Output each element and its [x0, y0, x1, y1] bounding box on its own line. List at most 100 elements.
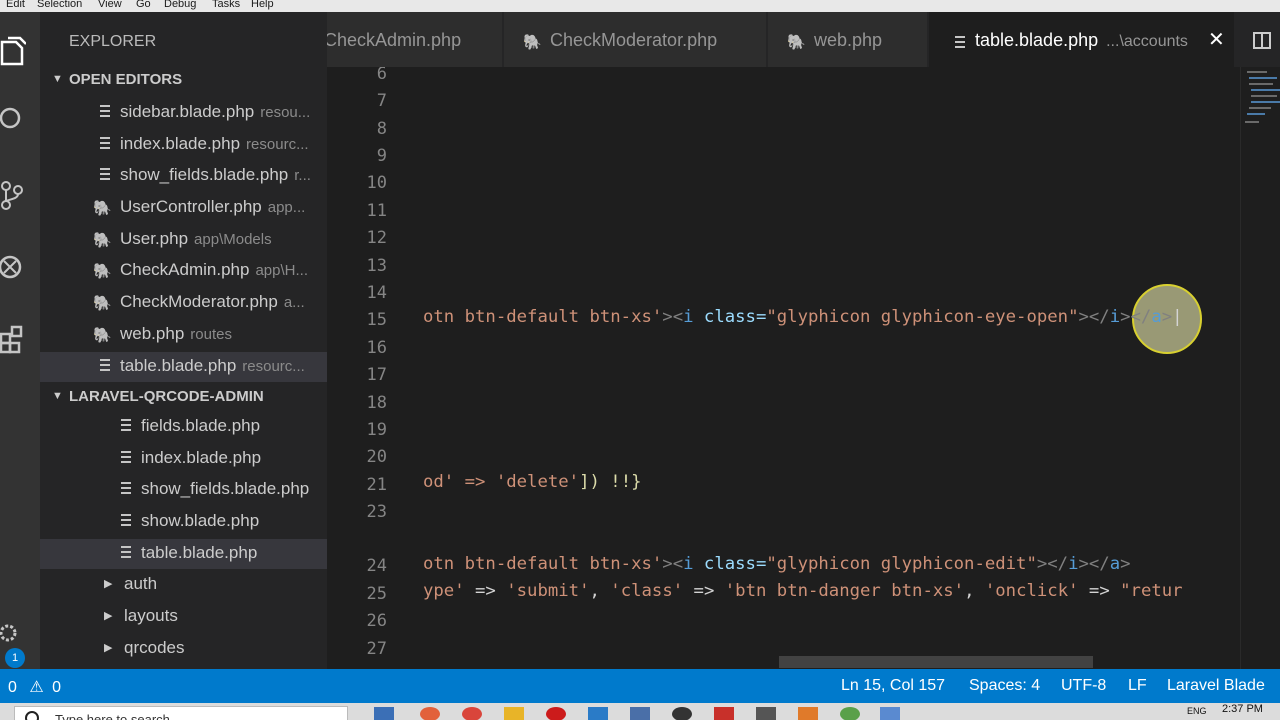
open-editor-item[interactable]: index.blade.php resourc... — [40, 130, 327, 160]
menu-debug[interactable]: Debug — [164, 0, 196, 10]
lines-icon — [121, 481, 131, 498]
line-number: 8 — [376, 119, 387, 139]
line-number: 24 — [366, 556, 387, 576]
php-elephant-icon: 🐘 — [93, 232, 112, 249]
tab-web[interactable]: 🐘 web.php — [768, 12, 928, 67]
app-icon[interactable] — [630, 707, 650, 720]
close-icon[interactable]: ✕ — [1208, 27, 1225, 52]
settings-gear-icon[interactable] — [0, 618, 24, 650]
menu-go[interactable]: Go — [136, 0, 151, 10]
activity-bar: 1 — [0, 12, 40, 669]
menu-edit[interactable]: Edit — [6, 0, 25, 10]
vscode-icon[interactable] — [588, 707, 608, 720]
menu-selection[interactable]: Selection — [37, 0, 82, 10]
problems-indicator[interactable]: 0 ⚠ 0 — [8, 677, 61, 697]
open-editor-item[interactable]: sidebar.blade.php resou... — [40, 98, 327, 128]
app-icon[interactable] — [714, 707, 734, 720]
caret-right-icon: ▶ — [104, 578, 113, 590]
caret-down-icon: ▼ — [52, 73, 63, 85]
menu-view[interactable]: View — [98, 0, 122, 10]
minimap[interactable] — [1240, 67, 1280, 669]
line-number: 6 — [376, 67, 387, 84]
keyboard-language[interactable]: ENG — [1187, 706, 1207, 716]
debug-icon[interactable] — [0, 252, 24, 284]
line-number: 18 — [366, 393, 387, 413]
file-item[interactable]: index.blade.php — [40, 444, 327, 474]
tab-table-blade-active[interactable]: table.blade.php ...\accounts ✕ — [929, 12, 1235, 67]
caret-right-icon: ▶ — [104, 610, 113, 622]
line-number: 15 — [366, 310, 387, 330]
lines-icon — [955, 35, 965, 52]
open-editor-item[interactable]: 🐘 CheckModerator.php a... — [40, 288, 327, 318]
task-view-icon[interactable] — [374, 707, 394, 720]
folder-item[interactable]: ▶ qrcodes — [40, 634, 327, 664]
warning-icon: ⚠ — [29, 679, 44, 696]
search-icon — [25, 711, 39, 720]
code-line-21: od' => 'delete']) !!} — [423, 472, 642, 492]
app-icon[interactable] — [880, 707, 900, 720]
line-number: 16 — [366, 338, 387, 358]
horizontal-scrollbar[interactable] — [779, 656, 1093, 668]
tab-checkmoderator[interactable]: 🐘 CheckModerator.php — [504, 12, 767, 67]
code-line-15: otn btn-default btn-xs'><i class="glyphi… — [423, 307, 1183, 327]
line-ending[interactable]: LF — [1128, 677, 1147, 695]
lines-icon — [100, 167, 110, 184]
source-control-icon[interactable] — [0, 180, 24, 212]
open-editor-item[interactable]: 🐘 UserController.php app... — [40, 193, 327, 223]
encoding[interactable]: UTF-8 — [1061, 677, 1106, 695]
extensions-icon[interactable] — [0, 324, 24, 356]
indentation[interactable]: Spaces: 4 — [969, 677, 1040, 695]
files-icon[interactable] — [0, 36, 27, 68]
app-icon[interactable] — [798, 707, 818, 720]
open-editor-item[interactable]: show_fields.blade.php r... — [40, 161, 327, 191]
menu-tasks[interactable]: Tasks — [212, 0, 240, 10]
project-header[interactable]: ▼ LARAVEL-QRCODE-ADMIN — [40, 383, 327, 413]
php-elephant-icon: 🐘 — [523, 34, 542, 51]
lines-icon — [121, 513, 131, 530]
status-bar: 0 ⚠ 0 Ln 15, Col 157 Spaces: 4 UTF-8 LF … — [0, 669, 1280, 703]
open-editor-item-active[interactable]: table.blade.php resourc... — [40, 352, 327, 382]
taskbar-clock[interactable]: 2:37 PM — [1222, 703, 1263, 715]
php-elephant-icon: 🐘 — [93, 263, 112, 280]
firefox-icon[interactable] — [420, 707, 440, 720]
line-number: 25 — [366, 584, 387, 604]
language-mode[interactable]: Laravel Blade — [1167, 677, 1265, 695]
folder-item[interactable]: ▶ auth — [40, 570, 327, 600]
menu-help[interactable]: Help — [251, 0, 274, 10]
lines-icon — [100, 358, 110, 375]
app-icon[interactable] — [756, 707, 776, 720]
code-editor[interactable]: 6 7 8 9 10 11 12 13 14 15 16 17 18 19 20… — [327, 67, 1240, 669]
open-editor-item[interactable]: 🐘 CheckAdmin.php app\H... — [40, 256, 327, 286]
app-icon[interactable] — [840, 707, 860, 720]
line-number: 11 — [366, 201, 387, 221]
explorer-title: EXPLORER — [69, 33, 157, 50]
windows-taskbar: Type here to search ENG 2:37 PM — [0, 703, 1280, 720]
line-number: 10 — [366, 173, 387, 193]
php-elephant-icon: 🐘 — [93, 295, 112, 312]
opera-icon[interactable] — [546, 707, 566, 720]
folder-item[interactable]: ▶ layouts — [40, 602, 327, 632]
line-number: 12 — [366, 228, 387, 248]
php-elephant-icon: 🐘 — [93, 327, 112, 344]
update-badge: 1 — [5, 648, 25, 668]
cursor-position[interactable]: Ln 15, Col 157 — [841, 677, 945, 695]
tab-checkadmin[interactable]: CheckAdmin.php — [327, 12, 503, 67]
app-icon[interactable] — [672, 707, 692, 720]
caret-down-icon: ▼ — [52, 390, 63, 402]
taskbar-search-input[interactable]: Type here to search — [14, 706, 348, 720]
file-item[interactable]: show_fields.blade.php — [40, 475, 327, 505]
split-editor-icon[interactable] — [1253, 32, 1271, 49]
chrome-icon[interactable] — [462, 707, 482, 720]
open-editors-header[interactable]: ▼ OPEN EDITORS — [40, 66, 327, 96]
open-editor-item[interactable]: 🐘 web.php routes — [40, 320, 327, 350]
search-icon[interactable] — [0, 104, 24, 136]
file-explorer-icon[interactable] — [504, 707, 524, 720]
file-item[interactable]: show.blade.php — [40, 507, 327, 537]
file-item-active[interactable]: table.blade.php — [40, 539, 327, 569]
line-number: 7 — [376, 91, 387, 111]
line-number: 23 — [366, 502, 387, 522]
open-editor-item[interactable]: 🐘 User.php app\Models — [40, 225, 327, 255]
caret-right-icon: ▶ — [104, 642, 113, 654]
lines-icon — [100, 104, 110, 121]
file-item[interactable]: fields.blade.php — [40, 412, 327, 442]
